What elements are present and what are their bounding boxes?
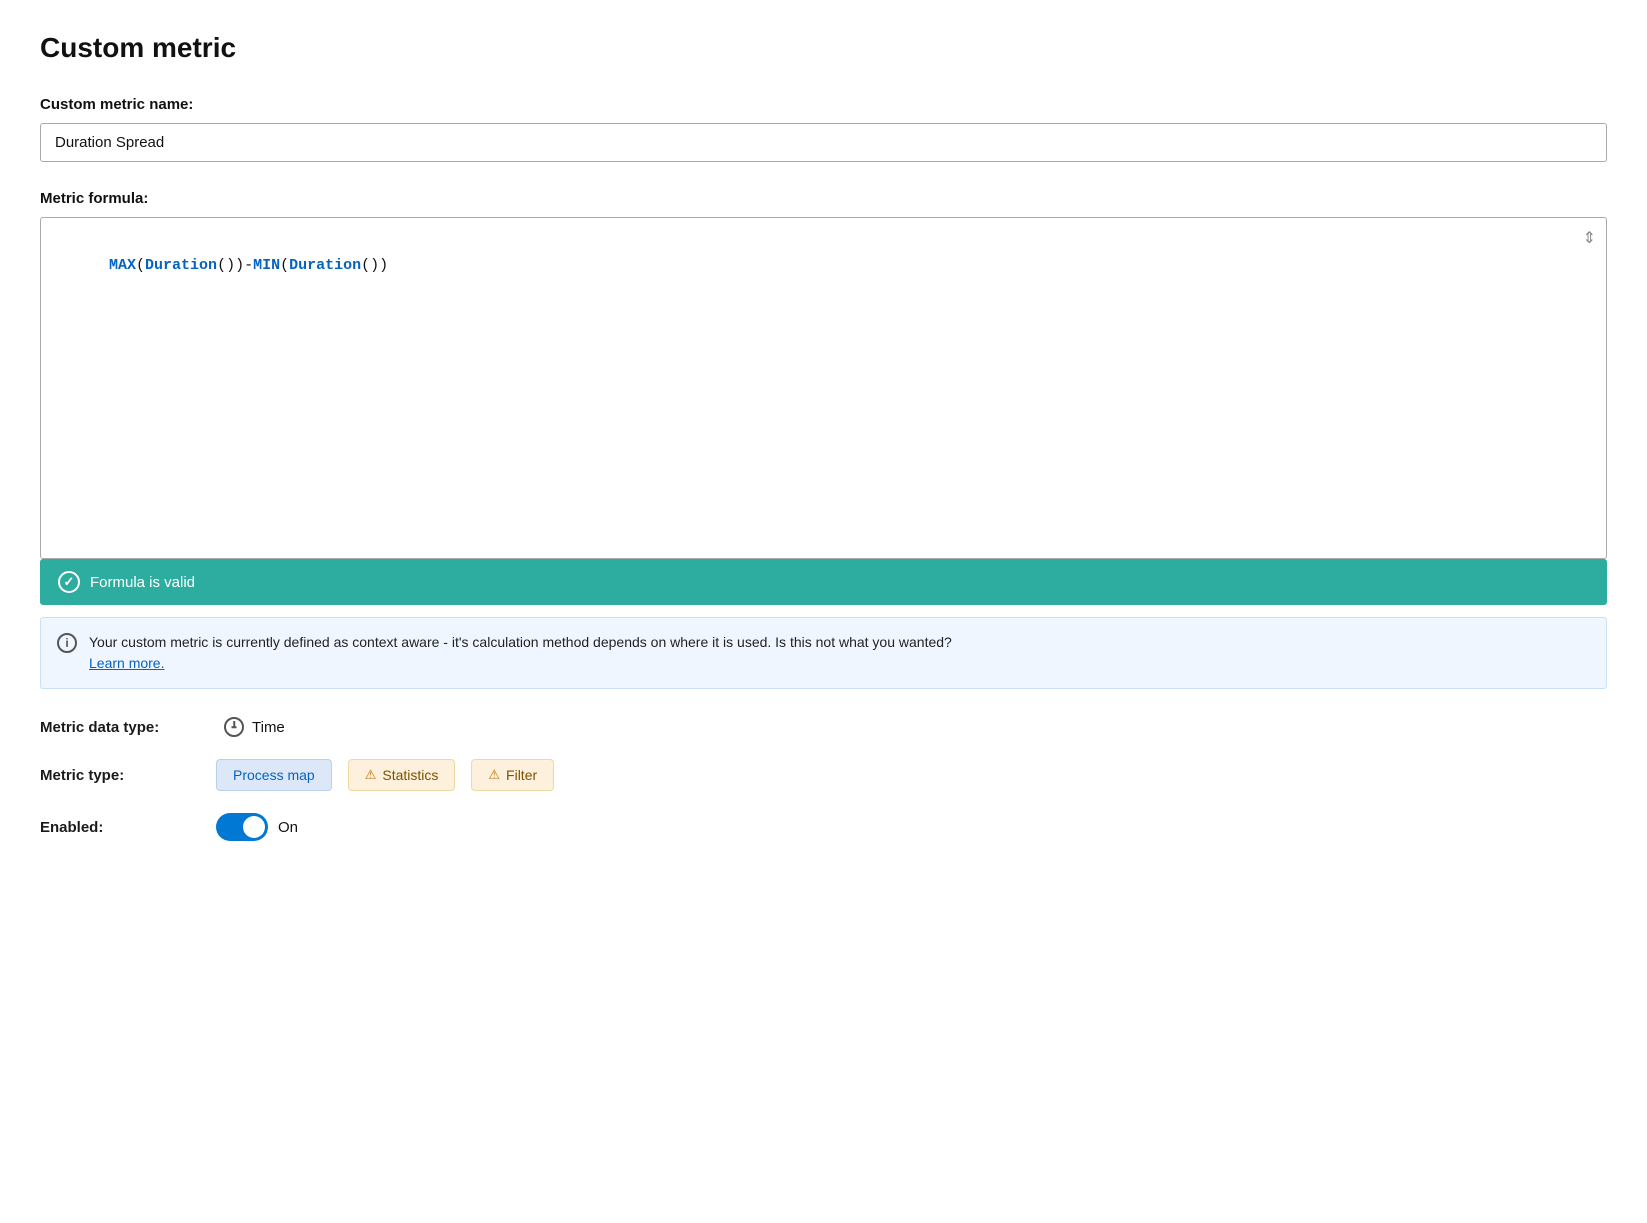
metric-type-process-map-label: Process map xyxy=(233,767,315,783)
toggle-track xyxy=(216,813,268,841)
toggle-thumb xyxy=(243,816,265,838)
formula-keyword-min: MIN xyxy=(253,257,280,274)
formula-display[interactable]: MAX(Duration())-MIN(Duration()) xyxy=(41,218,1606,558)
clock-icon xyxy=(224,717,244,737)
metric-type-filter-btn[interactable]: ⚠ Filter xyxy=(471,759,554,791)
metric-type-statistics-btn[interactable]: ⚠ Statistics xyxy=(348,759,456,791)
metric-type-label: Metric type: xyxy=(40,767,200,784)
formula-paren-1: ( xyxy=(136,257,145,274)
formula-paren-2: ())- xyxy=(217,257,253,274)
formula-resize-icon[interactable]: ⇕ xyxy=(1583,228,1596,248)
metric-data-type-label: Metric data type: xyxy=(40,719,200,736)
formula-container[interactable]: MAX(Duration())-MIN(Duration()) ⇕ xyxy=(40,217,1607,559)
enabled-toggle-text: On xyxy=(278,819,298,836)
info-banner-text: Your custom metric is currently defined … xyxy=(89,634,952,650)
metric-data-type-row: Metric data type: Time xyxy=(40,717,1607,737)
metric-formula-label: Metric formula: xyxy=(40,190,1607,207)
statistics-warn-icon: ⚠ xyxy=(365,767,377,783)
page-title: Custom metric xyxy=(40,32,1607,64)
formula-paren-3: ( xyxy=(280,257,289,274)
filter-warn-icon: ⚠ xyxy=(488,767,500,783)
metric-type-filter-label: Filter xyxy=(506,767,537,783)
formula-paren-4: ()) xyxy=(361,257,388,274)
learn-more-link[interactable]: Learn more. xyxy=(89,655,164,671)
toggle-container: On xyxy=(216,813,298,841)
metric-type-row: Metric type: Process map ⚠ Statistics ⚠ … xyxy=(40,759,1607,791)
formula-keyword-duration2: Duration xyxy=(289,257,361,274)
metric-type-statistics-label: Statistics xyxy=(382,767,438,783)
metric-name-section: Custom metric name: xyxy=(40,96,1607,162)
enabled-label: Enabled: xyxy=(40,819,200,836)
valid-checkmark-icon xyxy=(58,571,80,593)
info-banner: i Your custom metric is currently define… xyxy=(40,617,1607,689)
metric-type-process-map-btn[interactable]: Process map xyxy=(216,759,332,791)
valid-banner-text: Formula is valid xyxy=(90,574,195,591)
enabled-row: Enabled: On xyxy=(40,813,1607,841)
metric-name-input[interactable] xyxy=(40,123,1607,162)
metric-formula-section: Metric formula: MAX(Duration())-MIN(Dura… xyxy=(40,190,1607,689)
metric-data-type-value: Time xyxy=(224,717,285,737)
formula-keyword-max: MAX xyxy=(109,257,136,274)
info-icon: i xyxy=(57,633,77,653)
info-banner-content: Your custom metric is currently defined … xyxy=(89,632,952,674)
metric-data-type-text: Time xyxy=(252,719,285,736)
enabled-toggle[interactable] xyxy=(216,813,268,841)
metric-name-label: Custom metric name: xyxy=(40,96,1607,113)
formula-keyword-duration1: Duration xyxy=(145,257,217,274)
valid-banner: Formula is valid xyxy=(40,559,1607,605)
